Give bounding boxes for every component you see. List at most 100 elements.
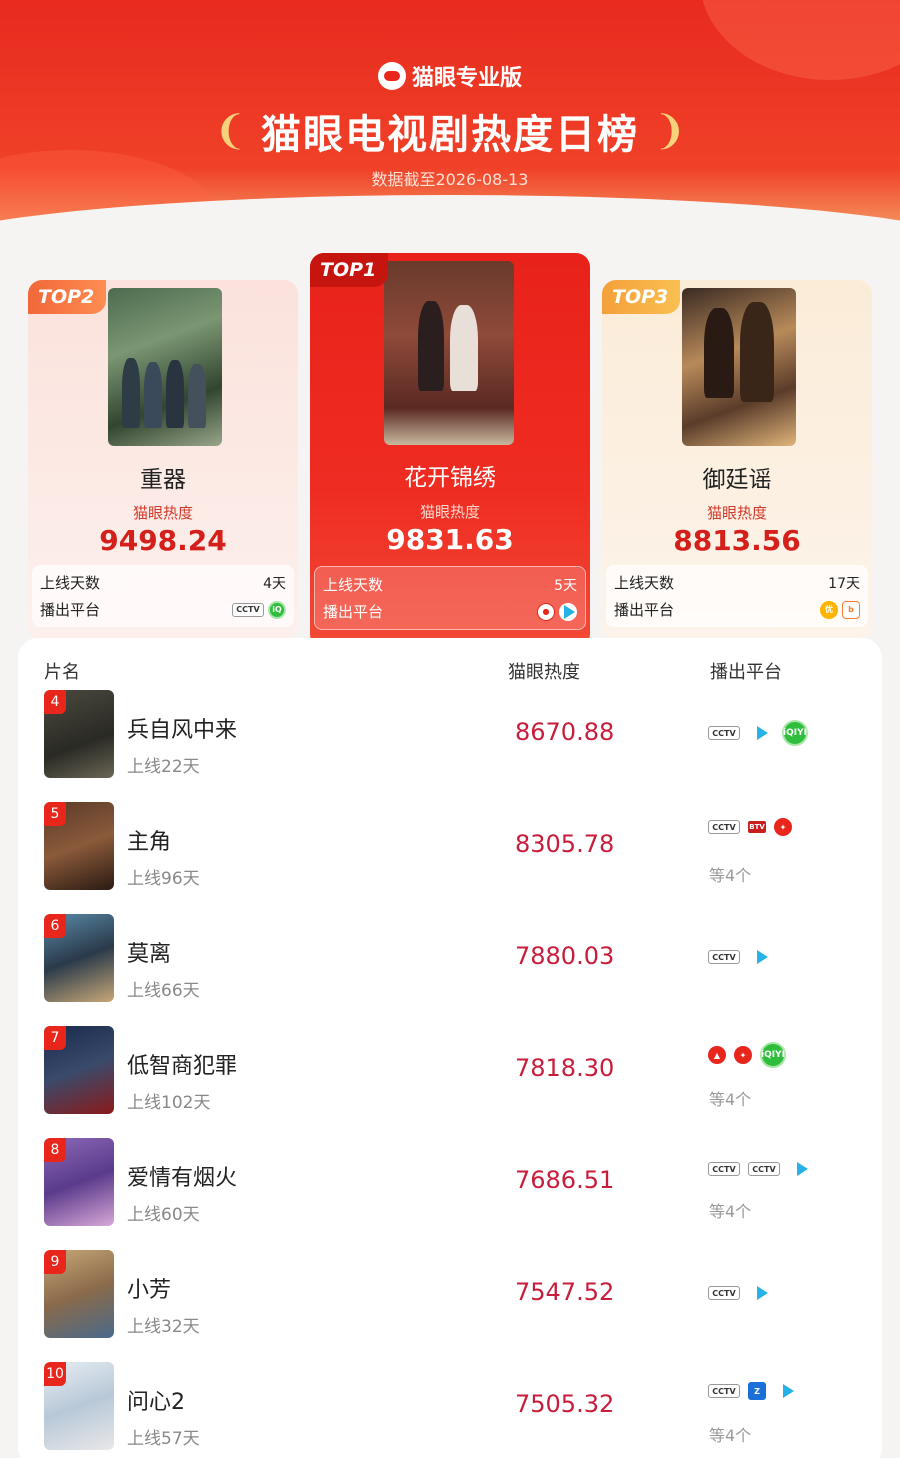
list-item[interactable]: 9 小芳 上线32天 7547.52 CCTV	[18, 1198, 882, 1338]
platform-label: 播出平台	[323, 603, 384, 621]
cctv-icon: CCTV	[708, 1286, 740, 1300]
cctv-icon: CCTV	[232, 602, 264, 617]
heat-score: 9831.63	[386, 523, 514, 556]
list-item[interactable]: 5 主角 上线96天 8305.78 CCTV BTV ✦ 等4个	[18, 750, 882, 890]
heat-score: 7818.30	[515, 1054, 615, 1082]
top1-card[interactable]: TOP1 花开锦绣 猫眼热度 9831.63 上线天数 5天 播出平台 ●	[310, 253, 590, 648]
maoyan-logo-icon	[377, 62, 406, 90]
days-value: 17天	[828, 575, 860, 592]
zhejiang-tv-icon: Z	[748, 1382, 766, 1400]
rank-badge: TOP1	[310, 253, 389, 287]
page-title: 猫眼电视剧热度日榜	[261, 112, 639, 158]
tencent-video-icon	[774, 1378, 800, 1404]
tencent-video-icon	[559, 602, 577, 621]
info-box: 上线天数 17天 播出平台 优 b	[606, 565, 868, 627]
days-value: 4天	[263, 575, 286, 592]
rank-badge: TOP2	[28, 280, 107, 314]
show-title: 重器	[140, 467, 186, 493]
rank-number: 7	[44, 1026, 66, 1050]
rank-badge: TOP3	[602, 280, 681, 314]
brand: 猫眼专业版	[0, 60, 900, 92]
days-label: 上线天数	[40, 574, 101, 592]
tencent-video-icon	[788, 1156, 814, 1182]
heat-score: 9498.24	[99, 524, 227, 557]
platform-icons: CCTV Z	[708, 1378, 800, 1404]
platform-icons: CCTV BTV ✦	[708, 818, 792, 836]
heat-score: 7686.51	[515, 1166, 615, 1194]
show-title: 低智商犯罪	[127, 1054, 238, 1079]
heat-score: 7880.03	[515, 942, 615, 970]
data-date: 数据截至2026-08-13	[371, 170, 529, 189]
platform-icons: CCTV	[708, 944, 774, 970]
cctv-icon: CCTV	[708, 1384, 740, 1398]
rank-number: 9	[44, 1250, 66, 1274]
platform-icons: CCTV iQIYI	[708, 720, 808, 746]
title-row: ❨ 猫眼电视剧热度日榜 ❩	[0, 102, 900, 160]
tencent-video-icon	[748, 1280, 774, 1306]
cctv-icon: CCTV	[708, 726, 740, 740]
left-laurel-icon: ❨	[213, 108, 247, 154]
cctv-icon: CCTV	[708, 1162, 740, 1176]
youku-icon: 优	[820, 600, 838, 619]
show-title: 花开锦绣	[404, 465, 496, 491]
list-item[interactable]: 7 低智商犯罪 上线102天 7818.30 ▲ ✦ iQIYI 等4个	[18, 974, 882, 1114]
days-online: 上线57天	[127, 1429, 200, 1449]
tencent-video-icon	[748, 944, 774, 970]
rank-number: 6	[44, 914, 66, 938]
heat-score: 7505.32	[515, 1390, 615, 1418]
days-value: 5天	[554, 577, 577, 594]
heat-label: 猫眼热度	[132, 504, 193, 522]
mango-icon: ●	[537, 602, 555, 621]
heat-label: 猫眼热度	[419, 503, 480, 521]
top3-card[interactable]: TOP3 御廷谣 猫眼热度 8813.56 上线天数 17天 播出平台 优 b	[602, 280, 872, 640]
heat-score: 7547.52	[515, 1278, 615, 1306]
list-item[interactable]: 6 莫离 上线66天 7880.03 CCTV	[18, 862, 882, 1002]
show-title: 小芳	[127, 1278, 172, 1303]
poster-image	[108, 288, 222, 446]
platform-label: 播出平台	[614, 601, 675, 619]
poster-image	[682, 288, 796, 446]
rank-number: 10	[44, 1362, 66, 1386]
list-item[interactable]: 4 兵自风中来 上线22天 8670.88 CCTV iQIYI	[18, 638, 882, 778]
show-title: 问心2	[127, 1390, 185, 1415]
right-laurel-icon: ❩	[653, 108, 687, 154]
ranking-list: 片名 猫眼热度 播出平台 4 兵自风中来 上线22天 8670.88 CCTV …	[18, 638, 882, 1458]
tencent-video-icon	[748, 720, 774, 746]
iqiyi-icon: iQIYI	[782, 720, 808, 746]
mango-icon: ✦	[774, 818, 792, 836]
poster-image	[384, 261, 514, 445]
platform-label: 播出平台	[40, 601, 101, 619]
show-title: 爱情有烟火	[127, 1166, 238, 1191]
heat-label: 猫眼热度	[706, 504, 767, 522]
list-item[interactable]: 10 问心2 上线57天 7505.32 CCTV Z 等4个	[18, 1310, 882, 1450]
list-item[interactable]: 8 爱情有烟火 上线60天 7686.51 CCTV CCTV 等4个	[18, 1086, 882, 1226]
heat-score: 8670.88	[515, 718, 615, 746]
platform-icons: CCTV	[708, 1280, 774, 1306]
more-platforms: 等4个	[709, 1426, 752, 1445]
show-title: 莫离	[127, 942, 172, 967]
show-title: 御廷谣	[702, 467, 772, 493]
rank-number: 8	[44, 1138, 66, 1162]
rank-number: 5	[44, 802, 66, 826]
poster-thumbnail: 10	[44, 1362, 114, 1450]
info-box: 上线天数 5天 播出平台 ●	[314, 566, 586, 630]
cctv-icon: CCTV	[708, 820, 740, 834]
mango-icon: ✦	[734, 1046, 752, 1064]
red-icon: ▲	[708, 1046, 726, 1064]
page-header: 猫眼专业版 ❨ 猫眼电视剧热度日榜 ❩ 数据截至2026-08-13	[0, 0, 900, 240]
top2-card[interactable]: TOP2 重器 猫眼热度 9498.24 上线天数 4天 播出平台 CCTV iQ	[28, 280, 298, 640]
cctv-icon: CCTV	[748, 1162, 780, 1176]
iqiyi-icon: iQIYI	[760, 1042, 786, 1068]
show-title: 兵自风中来	[127, 718, 238, 743]
heat-score: 8305.78	[515, 830, 615, 858]
heat-score: 8813.56	[673, 524, 801, 557]
brand-name: 猫眼专业版	[411, 66, 522, 91]
show-title: 主角	[127, 830, 172, 855]
platform-icons: CCTV CCTV	[708, 1156, 814, 1182]
days-label: 上线天数	[614, 574, 675, 592]
info-box: 上线天数 4天 播出平台 CCTV iQ	[32, 565, 294, 627]
days-label: 上线天数	[323, 576, 384, 594]
btv-icon: BTV	[748, 821, 766, 833]
cctv-icon: CCTV	[708, 950, 740, 964]
rank-number: 4	[44, 690, 66, 714]
